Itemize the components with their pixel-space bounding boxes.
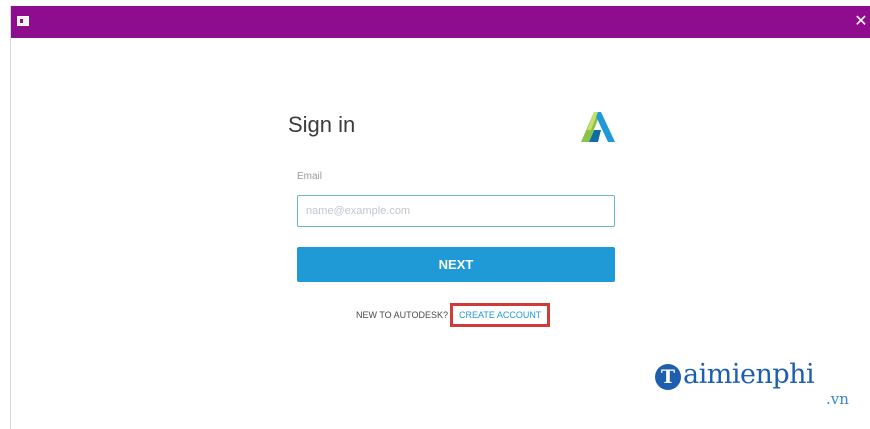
- watermark-tld: .vn: [826, 390, 849, 408]
- autodesk-logo-icon: [581, 112, 615, 142]
- close-button[interactable]: ✕: [851, 10, 870, 34]
- app-window-icon: [17, 16, 29, 26]
- taimienphi-watermark: T aimienphi .vn: [643, 350, 863, 412]
- email-field[interactable]: [297, 195, 615, 227]
- new-to-autodesk-text: NEW TO AUTODESK?: [356, 310, 449, 320]
- watermark-name: aimienphi: [683, 359, 815, 390]
- create-account-row: NEW TO AUTODESK? CREATE ACCOUNT: [356, 303, 551, 327]
- page-title: Sign in: [288, 112, 356, 137]
- create-account-link[interactable]: CREATE ACCOUNT: [450, 303, 551, 327]
- title-bar[interactable]: ✕: [11, 6, 870, 38]
- watermark-badge: T: [655, 364, 681, 390]
- email-label: Email: [297, 171, 323, 182]
- next-button[interactable]: NEXT: [297, 247, 615, 282]
